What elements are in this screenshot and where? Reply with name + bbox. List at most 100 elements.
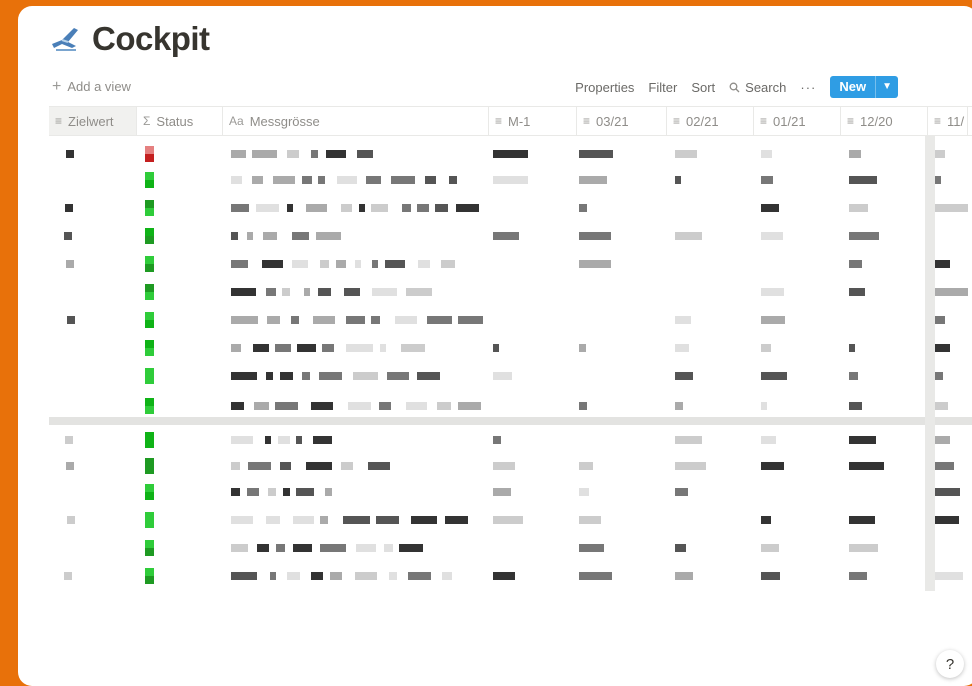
redacted-text — [282, 288, 290, 296]
text-lines-icon: ≡ — [673, 114, 681, 128]
redacted-text — [231, 436, 253, 444]
redacted-cell — [849, 344, 855, 352]
column-header[interactable]: Σ Status — [137, 107, 223, 135]
redacted-text — [449, 176, 457, 184]
redacted-text — [231, 462, 240, 470]
redacted-text — [311, 572, 323, 580]
chevron-down-icon[interactable]: ▼ — [875, 76, 898, 98]
redacted-cell — [849, 372, 858, 380]
redacted-cell — [493, 232, 519, 240]
redacted-text — [313, 436, 332, 444]
redacted-text — [280, 372, 293, 380]
redacted-text — [231, 544, 248, 552]
table-header: ≡ Zielwert Σ Status Aa Messgrösse ≡ M-1 ≡ 03/21 ≡ 0… — [49, 106, 972, 136]
redacted-cell — [849, 176, 877, 184]
redacted-cell — [761, 150, 772, 158]
column-header[interactable]: ≡ Zielwert — [49, 107, 137, 135]
status-indicator — [145, 540, 154, 548]
column-header[interactable]: ≡ M-1 — [489, 107, 577, 135]
status-indicator — [145, 264, 154, 272]
redacted-text — [231, 176, 242, 184]
column-header[interactable]: Aa Messgrösse — [223, 107, 489, 135]
more-options-icon[interactable]: ··· — [800, 80, 816, 95]
page-frame: Cockpit + Add a view Properties Filter S… — [18, 6, 972, 686]
redacted-cell — [761, 372, 787, 380]
redacted-text — [389, 572, 397, 580]
redacted-text — [302, 372, 310, 380]
status-indicator — [145, 256, 154, 264]
redacted-text — [326, 150, 346, 158]
status-indicator — [145, 348, 154, 356]
redacted-text — [263, 232, 277, 240]
status-indicator — [145, 208, 154, 216]
column-header-label: 02/21 — [686, 113, 719, 129]
redacted-text — [395, 316, 417, 324]
redacted-text — [318, 176, 325, 184]
redacted-cell — [935, 176, 941, 184]
redacted-cell — [675, 176, 681, 184]
redacted-text — [231, 372, 257, 380]
redacted-text — [408, 572, 431, 580]
redacted-text — [353, 372, 378, 380]
column-header[interactable]: ≡ 02/21 — [667, 107, 754, 135]
filter-button[interactable]: Filter — [648, 80, 677, 95]
text-lines-icon: ≡ — [934, 114, 942, 128]
column-header[interactable]: ≡ 03/21 — [577, 107, 667, 135]
column-header[interactable]: ≡ 01/21 — [754, 107, 841, 135]
status-indicator — [145, 368, 154, 376]
redacted-text — [441, 260, 455, 268]
column-header-label: 01/21 — [773, 113, 806, 129]
redacted-text — [325, 488, 332, 496]
redacted-text — [287, 150, 299, 158]
redacted-text — [252, 150, 277, 158]
search-button[interactable]: Search — [729, 80, 786, 95]
redacted-cell — [935, 516, 959, 524]
column-header-label: Status — [156, 113, 194, 129]
redacted-cell — [849, 232, 879, 240]
redacted-text — [266, 288, 276, 296]
status-indicator — [145, 228, 154, 236]
redacted-cell — [675, 150, 697, 158]
redacted-cell — [493, 372, 512, 380]
redacted-text — [231, 150, 246, 158]
redacted-text — [248, 462, 271, 470]
new-button[interactable]: New ▼ — [830, 76, 898, 98]
status-indicator — [145, 146, 154, 154]
redacted-cell — [65, 436, 73, 444]
redacted-text — [384, 544, 393, 552]
redacted-text — [313, 316, 335, 324]
redacted-text — [399, 544, 423, 552]
column-header-label: Zielwert — [68, 113, 114, 129]
redacted-text — [337, 176, 357, 184]
text-lines-icon: ≡ — [760, 114, 768, 128]
status-indicator — [145, 492, 154, 500]
redacted-cell — [579, 462, 593, 470]
redacted-text — [247, 488, 259, 496]
status-indicator — [145, 284, 154, 292]
status-indicator — [145, 312, 154, 320]
add-view-label: Add a view — [67, 79, 131, 94]
column-header[interactable]: ≡ 11/ — [928, 107, 968, 135]
status-indicator — [145, 466, 154, 474]
status-indicator — [145, 512, 154, 520]
horizontal-scrollbar[interactable] — [49, 417, 972, 425]
redacted-cell — [67, 516, 75, 524]
sort-button[interactable]: Sort — [691, 80, 715, 95]
redacted-text — [280, 462, 291, 470]
help-button[interactable]: ? — [936, 650, 964, 678]
column-header-label: Messgrösse — [249, 113, 320, 129]
column-header[interactable]: ≡ 12/20 — [841, 107, 928, 135]
title-icon: Aa — [229, 114, 244, 128]
redacted-text — [458, 402, 481, 410]
redacted-text — [435, 204, 448, 212]
redacted-text — [356, 544, 376, 552]
add-view-button[interactable]: + Add a view — [52, 78, 131, 94]
column-header-label: 12/20 — [860, 113, 893, 129]
redacted-text — [283, 488, 290, 496]
redacted-cell — [935, 316, 945, 324]
new-button-label: New — [839, 79, 867, 94]
status-indicator — [145, 576, 154, 584]
redacted-text — [276, 544, 285, 552]
redacted-text — [231, 260, 248, 268]
properties-button[interactable]: Properties — [575, 80, 634, 95]
